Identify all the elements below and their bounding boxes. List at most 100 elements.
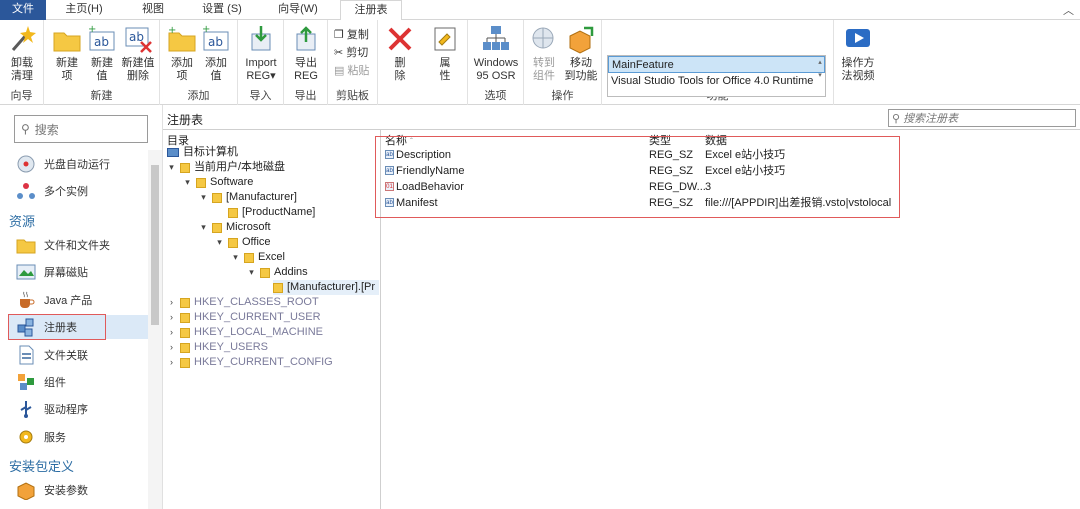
section-resources: 资源 [9, 214, 36, 229]
registry-search-input[interactable]: ⚲ 搜索注册表 [888, 109, 1076, 127]
sidebar-item-autorun[interactable]: 光盘自动运行 [16, 152, 110, 176]
tree-node-hku[interactable]: › HKEY_USERS [167, 340, 268, 355]
chevron-right-icon[interactable]: › [167, 325, 176, 340]
new-value-button[interactable]: ab + 新建 值 [86, 24, 118, 83]
windows95-osr-button[interactable]: Windows 95 OSR [471, 24, 521, 83]
wand-star-icon [11, 26, 36, 51]
tree-node-hklm[interactable]: › HKEY_LOCAL_MACHINE [167, 325, 323, 340]
import-reg-button[interactable]: Import REG▾ [242, 24, 280, 83]
tree-node-office[interactable]: ▾ Office [215, 235, 270, 250]
copy-button[interactable]: ❐ 复制 [334, 26, 369, 42]
tree-node-addins[interactable]: ▾ Addins [247, 265, 307, 280]
tree-node-manufacturer[interactable]: ▾ [Manufacturer] [199, 190, 297, 205]
scissors-icon: ✂ [334, 46, 344, 59]
tab-home[interactable]: 主页(H) [52, 0, 116, 20]
sidebar-item-install-params[interactable]: 安装参数 [16, 478, 88, 502]
sidebar-item-files[interactable]: 文件和文件夹 [16, 233, 110, 257]
tab-registry[interactable]: 注册表 [340, 0, 402, 21]
add-item-button[interactable]: + 添加 项 [166, 24, 198, 83]
chevron-right-icon[interactable]: › [167, 355, 176, 370]
tree-node-hkcr[interactable]: › HKEY_CLASSES_ROOT [167, 295, 319, 310]
chevron-down-icon[interactable]: ▾ [231, 250, 240, 265]
chevron-down-icon[interactable]: ▾ [247, 265, 256, 280]
usb-icon [20, 401, 32, 418]
group-new: 新建 项 ab + 新建 值 ab 新建值 删除 新建 [44, 20, 160, 105]
svg-text:+: + [168, 25, 176, 36]
chevron-down-icon[interactable]: ▾ [167, 160, 176, 175]
sidebar-item-services[interactable]: 服务 [16, 425, 66, 449]
gear-icon [19, 430, 33, 444]
tree-node-productname[interactable]: [ProductName] [228, 205, 315, 220]
move-to-feature-button[interactable]: 移动 到功能 [562, 24, 600, 83]
group-label-import: 导入 [249, 90, 272, 102]
feature-list[interactable]: MainFeature Visual Studio Tools for Offi… [607, 55, 826, 97]
collapse-ribbon-icon[interactable]: ︿ [1063, 2, 1074, 18]
tree-node-hkcc[interactable]: › HKEY_CURRENT_CONFIG [167, 355, 333, 370]
group-delete: 删 除 [378, 20, 422, 105]
export-icon [296, 26, 316, 51]
registry-red-highlight [8, 314, 106, 340]
folder-icon [53, 32, 81, 52]
sidebar-item-drivers[interactable]: 驱动程序 [16, 397, 88, 421]
sidebar-item-java[interactable]: Java 产品 [16, 288, 92, 312]
tab-view[interactable]: 视图 [126, 0, 180, 20]
search-icon: ⚲ [21, 122, 30, 136]
tree-node-software[interactable]: ▾ Software [183, 175, 253, 190]
values-red-highlight [375, 136, 900, 218]
chevron-right-icon[interactable]: › [167, 310, 176, 325]
tab-wizard[interactable]: 向导(W) [266, 0, 330, 20]
group-options: Windows 95 OSR 选项 [468, 20, 524, 105]
delete-button[interactable]: 删 除 [384, 24, 416, 83]
tab-settings[interactable]: 设置 (S) [190, 0, 254, 20]
feature-list-scroll[interactable]: ▴ ▾ [815, 56, 825, 96]
new-item-button[interactable]: 新建 项 [50, 24, 84, 83]
tree-node-target-computer[interactable]: 目标计算机 [167, 145, 238, 160]
app-window: 文件 主页(H) 视图 设置 (S) 向导(W) 注册表 ︿ 卸载 清理 向导 … [0, 0, 1080, 509]
group-label-wizard: 向导 [10, 90, 33, 102]
file-assoc-icon [19, 345, 34, 365]
page-title: 注册表 [167, 113, 204, 127]
chevron-down-icon[interactable]: ▾ [199, 220, 208, 235]
chevron-down-icon[interactable]: ▾ [215, 235, 224, 250]
tree-node-excel[interactable]: ▾ Excel [231, 250, 285, 265]
feature-item-vsto[interactable]: Visual Studio Tools for Office 4.0 Runti… [608, 73, 825, 90]
feature-item-main[interactable]: MainFeature [608, 56, 825, 73]
tree-node-addin-key[interactable]: [Manufacturer].[Pr [273, 280, 379, 295]
folder-icon [180, 327, 190, 338]
sidebar-scrollbar[interactable] [148, 150, 162, 509]
group-import: Import REG▾ 导入 [238, 20, 284, 105]
tab-file[interactable]: 文件 [0, 0, 46, 20]
group-video: 操作方 法视频 [834, 20, 880, 105]
uninstall-clean-button[interactable]: 卸载 清理 [4, 24, 40, 83]
group-operations: 转到 组件 移动 到功能 操作 [524, 20, 602, 105]
cut-button[interactable]: ✂ 剪切 [334, 44, 368, 60]
tree-node-hkcu[interactable]: › HKEY_CURRENT_USER [167, 310, 321, 325]
network-icon [483, 26, 509, 50]
folder-icon [228, 207, 238, 218]
tree-node-current-user[interactable]: ▾ 当前用户/本地磁盘 [167, 160, 285, 175]
sidebar-item-instances[interactable]: 多个实例 [16, 179, 88, 203]
sidebar-item-components[interactable]: 组件 [16, 370, 66, 394]
paste-button[interactable]: ▤ 粘贴 [334, 62, 369, 78]
chevron-right-icon[interactable]: › [167, 340, 176, 355]
delete-value-button[interactable]: ab 新建值 删除 [120, 24, 156, 83]
box-move-icon [569, 26, 594, 54]
sidebar-item-tiles[interactable]: 屏幕磁贴 [16, 260, 88, 284]
add-value-button[interactable]: ab + 添加 值 [200, 24, 232, 83]
folder-icon [180, 162, 190, 173]
sidebar-item-file-assoc[interactable]: 文件关联 [16, 343, 88, 367]
group-clipboard: ❐ 复制 ✂ 剪切 ▤ 粘贴 剪贴板 [328, 20, 378, 105]
tree-node-microsoft[interactable]: ▾ Microsoft [199, 220, 270, 235]
chevron-down-icon[interactable]: ▾ [183, 175, 192, 190]
properties-button[interactable]: 属 性 [428, 24, 462, 83]
folder-icon [273, 282, 283, 293]
sidebar-scroll-thumb[interactable] [151, 165, 159, 325]
chevron-right-icon[interactable]: › [167, 295, 176, 310]
sidebar-search-input[interactable]: ⚲ 搜索 [14, 115, 148, 143]
group-label-options: 选项 [484, 90, 507, 102]
folder-icon [180, 342, 190, 353]
chevron-down-icon[interactable]: ▾ [199, 190, 208, 205]
export-reg-button[interactable]: 导出 REG [288, 24, 324, 83]
goto-component-button[interactable]: 转到 组件 [528, 24, 560, 83]
howto-video-button[interactable]: 操作方 法视频 [838, 24, 878, 83]
